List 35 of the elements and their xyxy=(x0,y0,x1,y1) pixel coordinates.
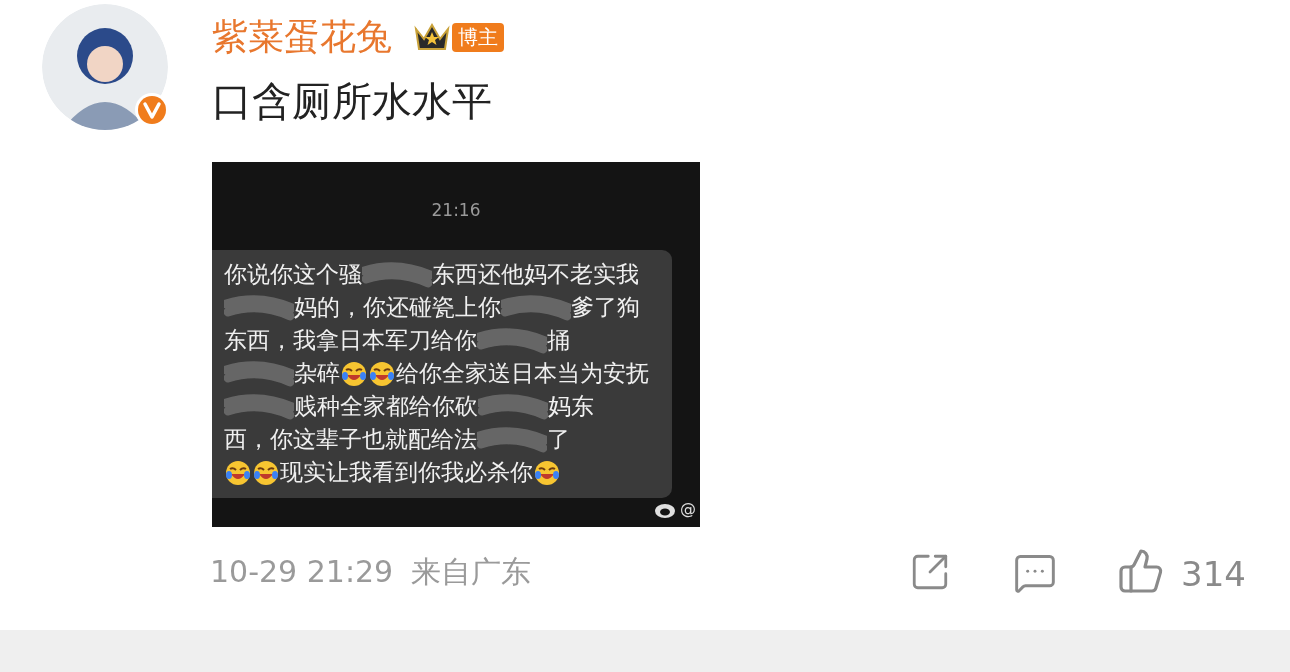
message-text: 妈的，你还碰瓷上你 xyxy=(294,296,501,319)
scribble-mark xyxy=(478,392,548,421)
message-text: 贱种全家都给你砍 xyxy=(294,395,478,418)
message-text: 杂碎 xyxy=(294,362,340,385)
message-text: 给你全家送日本当为安抚 xyxy=(396,362,649,385)
message-text: 捅 xyxy=(547,329,570,352)
watermark-text: @ xyxy=(680,498,696,520)
scribble-mark xyxy=(501,293,571,322)
avatar[interactable] xyxy=(42,4,168,130)
message-text: 爹了狗 xyxy=(571,296,640,319)
post-location: 来自广东 xyxy=(411,557,532,587)
chat-time: 21:16 xyxy=(431,199,481,222)
like-count: 314 xyxy=(1181,557,1246,591)
message-text: 妈东 xyxy=(548,395,594,418)
message-text: 了 xyxy=(547,428,570,451)
post-text: 口含厕所水水平 xyxy=(212,77,493,126)
message-text: 东西还他妈不老实我 xyxy=(432,263,639,286)
message-text: 东西，我拿日本军刀给你 xyxy=(224,329,477,352)
crying-laughing-emoji-icon xyxy=(534,459,560,486)
scribble-mark xyxy=(477,326,547,355)
post-date: 10-29 21:29 xyxy=(210,557,394,587)
crying-laughing-emoji-icon xyxy=(253,459,279,486)
scribble-mark xyxy=(477,425,547,454)
message-text: 西，你这辈子也就配给法 xyxy=(224,428,477,451)
screenshot-image[interactable]: 21:16 你说你这个骚 东西还他妈不老实我 妈的，你还碰瓷上你 爹了狗 东西，我拿日本军刀给你 捅 杂碎 给你全家送日本当为安抚 贱种全家都给你砍 妈东 西，你这辈子也就配给法 了 现实让我看到你我必杀你 @ xyxy=(212,162,700,527)
crying-laughing-emoji-icon xyxy=(225,459,251,486)
scribble-mark xyxy=(362,260,432,289)
message-text: 你说你这个骚 xyxy=(224,263,362,286)
crying-laughing-emoji-icon xyxy=(341,360,367,387)
blogger-badge: 博主 xyxy=(452,22,504,52)
scribble-mark xyxy=(224,392,294,421)
scribble-mark xyxy=(224,359,294,388)
crying-laughing-emoji-icon xyxy=(369,360,395,387)
message-text: 现实让我看到你我必杀你 xyxy=(280,461,533,484)
scribble-mark xyxy=(224,293,294,322)
